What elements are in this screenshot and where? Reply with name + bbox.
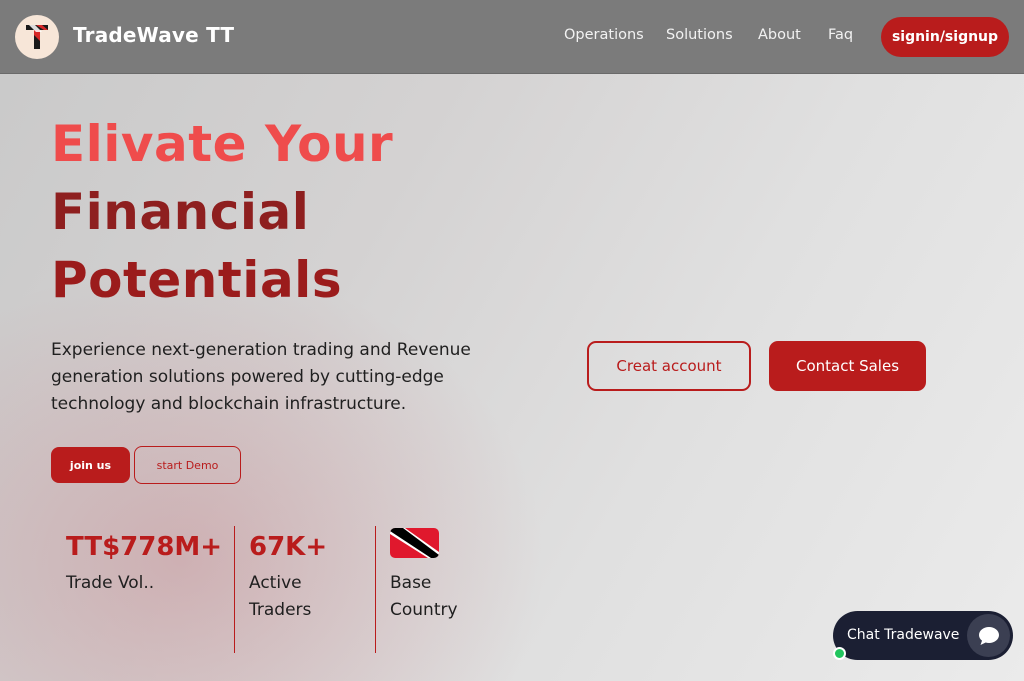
nav-link-solutions[interactable]: Solutions bbox=[666, 27, 733, 43]
stat-trade-volume-value: TT$778M+ bbox=[66, 532, 223, 562]
brand-name[interactable]: TradeWave TT bbox=[73, 23, 234, 47]
contact-sales-button[interactable]: Contact Sales bbox=[769, 341, 926, 391]
hero-line-3: Potentials bbox=[51, 251, 343, 309]
stat-divider bbox=[234, 526, 235, 653]
stat-active-traders-label: Active Traders bbox=[249, 573, 312, 620]
signin-signup-button[interactable]: signin/signup bbox=[881, 17, 1009, 57]
stat-active-traders-value: 67K+ bbox=[249, 532, 328, 562]
top-navbar: TradeWave TT Operations Solutions About … bbox=[0, 0, 1024, 74]
stat-trade-volume-label: Trade Vol.. bbox=[66, 573, 155, 593]
online-status-dot bbox=[833, 647, 846, 660]
join-us-button[interactable]: join us bbox=[51, 447, 130, 483]
create-account-button[interactable]: Creat account bbox=[587, 341, 751, 391]
nav-link-faq[interactable]: Faq bbox=[828, 27, 853, 43]
hero-line-1: Elivate Your bbox=[51, 115, 394, 173]
hero-description: Experience next-generation trading and R… bbox=[51, 340, 471, 414]
start-demo-button[interactable]: start Demo bbox=[134, 446, 241, 484]
trinidad-tobago-flag-icon bbox=[390, 528, 439, 558]
logo-t-icon bbox=[26, 25, 48, 49]
nav-link-operations[interactable]: Operations bbox=[564, 27, 644, 43]
brand-logo[interactable] bbox=[15, 15, 59, 59]
chat-bubble-icon[interactable] bbox=[967, 614, 1010, 657]
chat-widget[interactable]: Chat Tradewave bbox=[833, 611, 1013, 660]
nav-link-about[interactable]: About bbox=[758, 27, 801, 43]
stat-base-country-label: Base Country bbox=[390, 573, 458, 620]
hero-line-2: Financial bbox=[51, 183, 310, 241]
stat-divider bbox=[375, 526, 376, 653]
chat-label: Chat Tradewave bbox=[847, 627, 960, 643]
